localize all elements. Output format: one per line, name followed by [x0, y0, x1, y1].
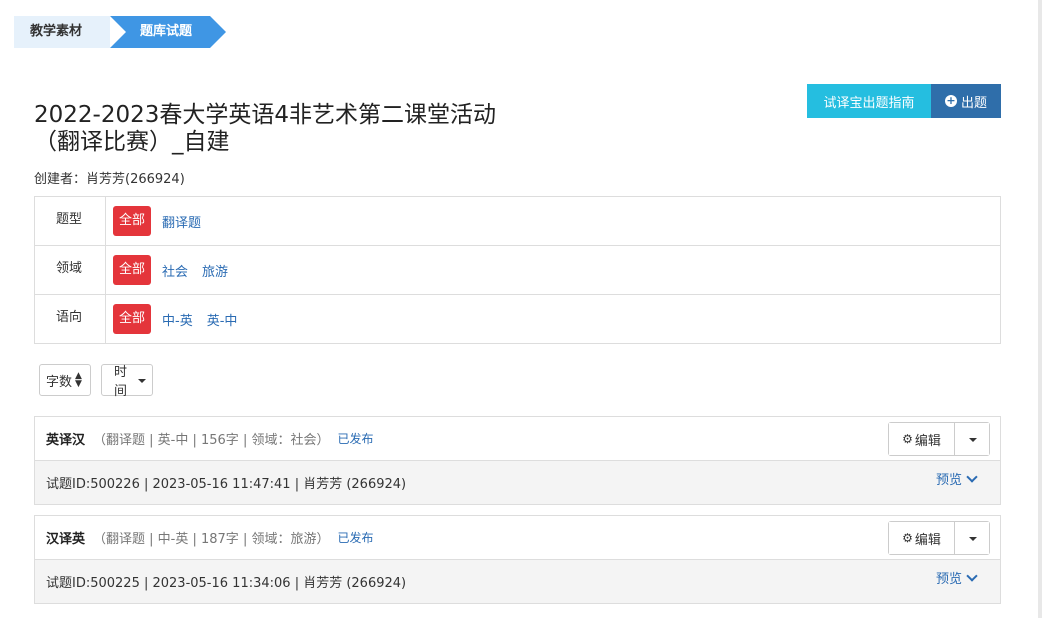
question-type: 英译汉 — [46, 433, 86, 448]
question-card: 英译汉 （翻译题 | 英-中 | 156字 | 领域：社会） 已发布 ⚙ 编辑 … — [34, 416, 1001, 505]
question-card-body: 试题ID:500226 | 2023-05-16 11:47:41 | 肖芳芳 … — [35, 461, 1000, 504]
chevron-down-icon — [966, 569, 978, 582]
filter-row-type: 题型 全部 翻译题 — [35, 197, 1000, 246]
filter-all-button[interactable]: 全部 — [113, 255, 152, 285]
question-info: 试题ID:500226 | 2023-05-16 11:47:41 | 肖芳芳 … — [46, 477, 407, 492]
filter-row-domain: 领域 全部 社会 旅游 — [35, 246, 1000, 295]
question-card-header: 英译汉 （翻译题 | 英-中 | 156字 | 领域：社会） 已发布 ⚙ 编辑 — [35, 417, 1000, 461]
question-info: 试题ID:500225 | 2023-05-16 11:34:06 | 肖芳芳 … — [46, 576, 407, 591]
question-meta: （翻译题 | 英-中 | 156字 | 领域：社会） — [93, 433, 330, 448]
filter-table: 题型 全部 翻译题 领域 全部 社会 旅游 语向 全部 中-英 英-中 — [34, 196, 1001, 344]
creator-text: 创建者：肖芳芳(266924) — [34, 172, 185, 187]
edit-button[interactable]: ⚙ 编辑 — [889, 522, 955, 554]
breadcrumb-step-question-bank[interactable]: 题库试题 — [110, 16, 226, 48]
preview-label: 预览 — [935, 473, 962, 488]
edit-button-group: ⚙ 编辑 — [888, 521, 990, 555]
edit-dropdown-toggle[interactable] — [955, 522, 989, 554]
filter-all-button[interactable]: 全部 — [113, 304, 152, 334]
filter-row-direction: 语向 全部 中-英 英-中 — [35, 295, 1000, 343]
sort-words-label: 字数 — [46, 374, 73, 390]
gear-icon: ⚙ — [902, 432, 913, 446]
plus-circle-icon: + — [944, 94, 957, 107]
breadcrumb-step-materials[interactable]: 教学素材 — [14, 16, 128, 48]
filter-option-society[interactable]: 社会 — [162, 261, 188, 280]
filter-option-translation[interactable]: 翻译题 — [162, 212, 201, 231]
status-badge: 已发布 — [337, 531, 374, 545]
scrollbar[interactable] — [1038, 0, 1042, 618]
sort-by-time-button[interactable]: 时间 — [101, 364, 153, 399]
edit-label: 编辑 — [914, 532, 941, 548]
sort-by-words-button[interactable]: 字数 ▲ ▼ — [39, 364, 91, 396]
filter-option-en-zh[interactable]: 英-中 — [207, 310, 238, 329]
caret-down-icon — [138, 379, 146, 383]
filter-all-button[interactable]: 全部 — [113, 206, 152, 236]
filter-label: 语向 — [35, 295, 106, 343]
question-type: 汉译英 — [46, 532, 86, 547]
preview-toggle[interactable]: 预览 — [935, 568, 978, 587]
sort-icon: ▲ ▼ — [75, 371, 82, 389]
filter-label: 领域 — [35, 246, 106, 294]
question-meta: （翻译题 | 中-英 | 187字 | 领域：旅游） — [93, 532, 330, 547]
filter-label: 题型 — [35, 197, 106, 245]
filter-option-zh-en[interactable]: 中-英 — [162, 310, 193, 329]
chevron-down-icon — [966, 470, 978, 483]
edit-label: 编辑 — [914, 433, 941, 449]
page-title: 2022-2023春大学英语4非艺术第二课堂活动（翻译比赛）_自建 — [34, 102, 496, 155]
caret-down-icon — [969, 537, 977, 541]
preview-label: 预览 — [935, 572, 962, 587]
guide-button[interactable]: 试译宝出题指南 — [807, 84, 931, 118]
edit-dropdown-toggle[interactable] — [955, 423, 989, 455]
question-card-header: 汉译英 （翻译题 | 中-英 | 187字 | 领域：旅游） 已发布 ⚙ 编辑 — [35, 516, 1000, 560]
question-card-body: 试题ID:500225 | 2023-05-16 11:34:06 | 肖芳芳 … — [35, 560, 1000, 603]
gear-icon: ⚙ — [902, 531, 913, 545]
status-badge: 已发布 — [337, 432, 374, 446]
preview-toggle[interactable]: 预览 — [935, 469, 978, 488]
create-question-button[interactable]: + 出题 — [931, 84, 1001, 118]
question-card: 汉译英 （翻译题 | 中-英 | 187字 | 领域：旅游） 已发布 ⚙ 编辑 … — [34, 515, 1001, 604]
create-question-label: 出题 — [960, 95, 987, 111]
filter-option-travel[interactable]: 旅游 — [202, 261, 228, 280]
caret-down-icon — [969, 438, 977, 442]
edit-button[interactable]: ⚙ 编辑 — [889, 423, 955, 455]
edit-button-group: ⚙ 编辑 — [888, 422, 990, 456]
sort-time-label: 时间 — [113, 365, 127, 399]
